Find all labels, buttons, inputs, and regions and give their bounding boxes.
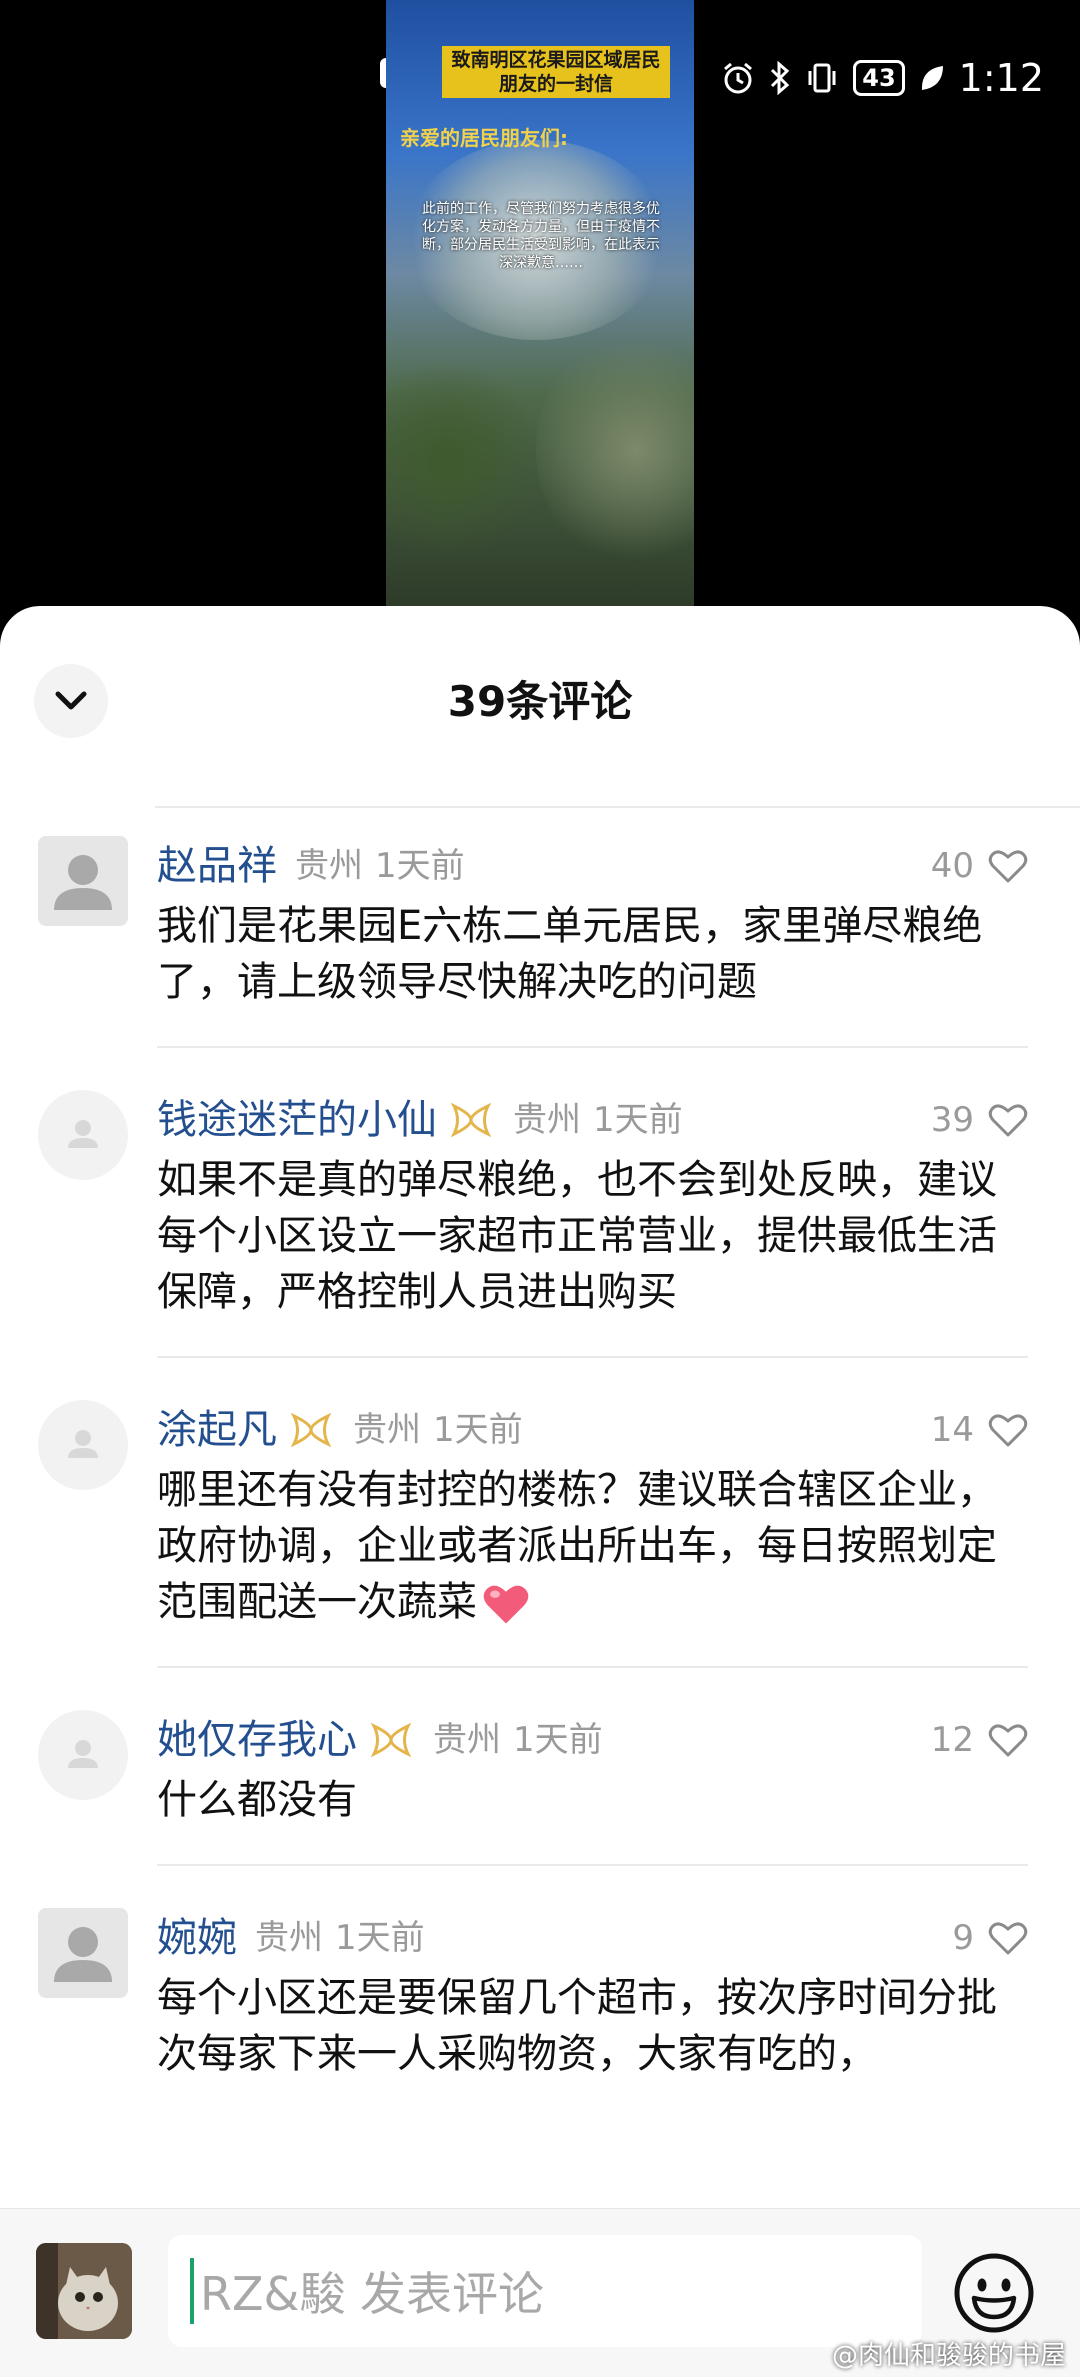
watermark: @肉仙和骏骏的书屋 [831, 2341, 1066, 2371]
clock: 1:12 [958, 56, 1044, 100]
default-user-icon [68, 1740, 98, 1768]
avatar[interactable] [38, 1400, 128, 1490]
bluetooth-icon [771, 61, 790, 95]
comment-item: 赵品祥 贵州 1天前 40 我们是花果园E六栋二单元居民，家里弹尽粮绝了，请上级… [0, 836, 1080, 1048]
divider [155, 806, 1080, 808]
like-count: 9 [952, 1918, 974, 1958]
comment-time: 1天前 [513, 1720, 603, 1760]
avatar[interactable] [38, 1710, 128, 1800]
comment-text: 如果不是真的弹尽粮绝，也不会到处反映，建议每个小区设立一家超市正常营业，提供最低… [157, 1157, 997, 1315]
comment-region: 贵州 [255, 1918, 323, 1958]
comment-author[interactable]: 涂起凡 [157, 1400, 277, 1460]
comment-count-title: 39条评论 [447, 677, 633, 726]
battery-indicator: 43 [853, 60, 905, 96]
comment-text: 我们是花果园E六栋二单元居民，家里弹尽粮绝了，请上级领导尽快解决吃的问题 [157, 903, 983, 1005]
comment-time: 1天前 [593, 1100, 683, 1140]
vibrate-icon [808, 63, 836, 93]
red-heart-emoji-icon [483, 1585, 529, 1624]
comment-text: 什么都没有 [157, 1777, 357, 1823]
comment-item: 钱途迷茫的小仙 贵州 1天前 39 如果不是真的弹尽粮绝，也不会到处反映，建议每… [0, 1090, 1080, 1358]
my-avatar[interactable] [36, 2243, 132, 2339]
emoji-button[interactable] [952, 2251, 1036, 2335]
comment-time: 1天前 [335, 1918, 425, 1958]
comment-meta: 涂起凡 贵州 1天前 14 [157, 1400, 1028, 1460]
default-user-icon [54, 1927, 112, 1982]
comment-author[interactable]: 钱途迷茫的小仙 [157, 1090, 437, 1150]
comment-sheet: 39条评论 赵品祥 贵州 1天前 40 我们是花果园E六栋二单元居民，家里弹尽粮… [0, 606, 1080, 2376]
comment-author[interactable]: 赵品祥 [157, 836, 277, 896]
vip-badge-icon [451, 1102, 491, 1138]
comment-region: 贵州 [295, 846, 363, 886]
comment-region: 贵州 [433, 1720, 501, 1760]
avatar[interactable] [38, 836, 128, 926]
comment-list: 赵品祥 贵州 1天前 40 我们是花果园E六栋二单元居民，家里弹尽粮绝了，请上级… [0, 836, 1080, 2082]
comment-author[interactable]: 她仅存我心 [157, 1710, 357, 1770]
like-count: 39 [930, 1100, 974, 1140]
divider [157, 1864, 1028, 1866]
like-count: 12 [930, 1720, 974, 1760]
video-background [386, 360, 546, 560]
heart-icon [988, 850, 1028, 883]
vip-badge-icon [291, 1412, 331, 1448]
video-background [536, 330, 694, 570]
comment-meta: 赵品祥 贵州 1天前 40 [157, 836, 1028, 896]
like-count: 40 [930, 846, 974, 886]
default-user-icon [68, 1120, 98, 1148]
comment-author[interactable]: 婉婉 [157, 1908, 237, 1968]
comment-meta: 她仅存我心 贵州 1天前 12 [157, 1710, 1028, 1770]
alarm-icon [724, 62, 753, 94]
comment-item: 婉婉 贵州 1天前 9 每个小区还是要保留几个超市，按次序时间分批次每家下来一人… [0, 1908, 1080, 2082]
divider [157, 1666, 1028, 1668]
comment-region: 贵州 [513, 1100, 581, 1140]
comment-text-content: 哪里还有没有封控的楼栋？建议联合辖区企业，政府协调，企业或者派出所出车，每日按照… [157, 1467, 997, 1625]
video-body-text: 此前的工作，尽管我们努力考虑很多优化方案，发动各方力量，但由于疫情不断，部分居民… [422, 201, 660, 271]
comment-item: 她仅存我心 贵州 1天前 12 什么都没有 [0, 1710, 1080, 1866]
smiley-icon [954, 2253, 1034, 2333]
default-user-icon [54, 855, 112, 910]
comment-meta: 婉婉 贵州 1天前 9 [157, 1908, 1028, 1968]
comment-text: 哪里还有没有封控的楼栋？建议联合辖区企业，政府协调，企业或者派出所出车，每日按照… [157, 1462, 1028, 1630]
heart-icon [988, 1414, 1028, 1447]
video-player[interactable]: 致南明区花果园区域居民朋友的一封信 亲爱的居民朋友们: 此前的工作，尽管我们努力… [386, 0, 694, 610]
vip-badge-icon [371, 1722, 411, 1758]
cat-avatar-icon [36, 2243, 132, 2339]
avatar[interactable] [38, 1090, 128, 1180]
comment-item: 涂起凡 贵州 1天前 14 哪里还有没有封控的楼栋？建议联合辖区企业，政府协调，… [0, 1400, 1080, 1668]
like-button[interactable]: 14 [931, 1400, 1028, 1460]
sheet-header: 39条评论 [0, 606, 1080, 806]
comment-time: 1天前 [375, 846, 465, 886]
like-count: 14 [930, 1410, 974, 1450]
video-greeting: 亲爱的居民朋友们: [400, 126, 568, 150]
default-user-icon [68, 1430, 98, 1458]
text-cursor [190, 2258, 194, 2324]
comment-region: 贵州 [353, 1410, 421, 1450]
video-title: 致南明区花果园区域居民朋友的一封信 [442, 46, 670, 98]
comment-input-placeholder: RZ&駿 发表评论 [200, 2267, 544, 2321]
comment-text: 每个小区还是要保留几个超市，按次序时间分批次每家下来一人采购物资，大家有吃的， [157, 1975, 997, 2077]
divider [157, 1046, 1028, 1048]
like-button[interactable]: 9 [952, 1908, 1028, 1968]
leaf-icon [921, 66, 943, 90]
comment-input[interactable]: RZ&駿 发表评论 [168, 2235, 922, 2347]
like-button[interactable]: 40 [931, 836, 1028, 896]
divider [157, 1356, 1028, 1358]
like-button[interactable]: 39 [931, 1090, 1028, 1150]
like-button[interactable]: 12 [931, 1710, 1028, 1770]
heart-icon [988, 1724, 1028, 1757]
status-right: 43 1:12 [721, 56, 1044, 100]
comment-meta: 钱途迷茫的小仙 贵州 1天前 39 [157, 1090, 1028, 1150]
heart-icon [988, 1104, 1028, 1137]
avatar[interactable] [38, 1908, 128, 1998]
heart-icon [988, 1922, 1028, 1955]
comment-time: 1天前 [433, 1410, 523, 1450]
